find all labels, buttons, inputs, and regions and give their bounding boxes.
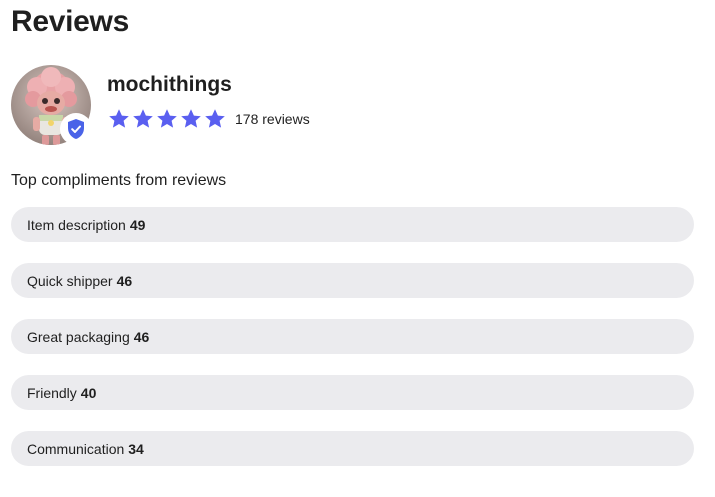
compliment-pill: Friendly 40 [11, 375, 694, 410]
compliment-label: Communication [27, 440, 125, 457]
seller-avatar[interactable] [11, 65, 92, 145]
star-icon [205, 109, 225, 128]
seller-rating: 178 reviews [107, 107, 310, 131]
verified-badge [60, 113, 92, 145]
compliment-pill: Great packaging 46 [11, 319, 694, 354]
star-icon [181, 109, 201, 128]
compliment-label: Friendly [27, 384, 77, 401]
seller-summary: mochithings 178 reviews [11, 65, 701, 145]
compliment-count: 49 [129, 216, 146, 233]
compliment-pill: Communication 34 [11, 431, 694, 466]
compliments-list: Item description 49 Quick shipper 46 Great p… [11, 207, 694, 487]
star-rating [107, 107, 227, 131]
compliment-label: Great packaging [27, 328, 130, 345]
verified-shield-icon [68, 119, 84, 139]
star-icon [157, 109, 177, 128]
compliment-pill: Quick shipper 46 [11, 263, 694, 298]
compliment-count: 34 [128, 440, 144, 457]
compliment-count: 46 [133, 328, 150, 345]
review-count-link[interactable]: 178 reviews [235, 111, 310, 127]
compliments-heading: Top compliments from reviews [11, 172, 227, 189]
compliment-label: Quick shipper [27, 272, 113, 289]
compliment-count: 40 [80, 384, 97, 401]
compliment-pill: Item description 49 [11, 207, 694, 242]
page-title: Reviews [11, 5, 129, 38]
star-icon [109, 109, 129, 128]
seller-name[interactable]: mochithings [107, 72, 232, 98]
compliment-count: 46 [116, 272, 133, 289]
star-icon [133, 109, 153, 128]
compliment-label: Item description [27, 216, 126, 233]
